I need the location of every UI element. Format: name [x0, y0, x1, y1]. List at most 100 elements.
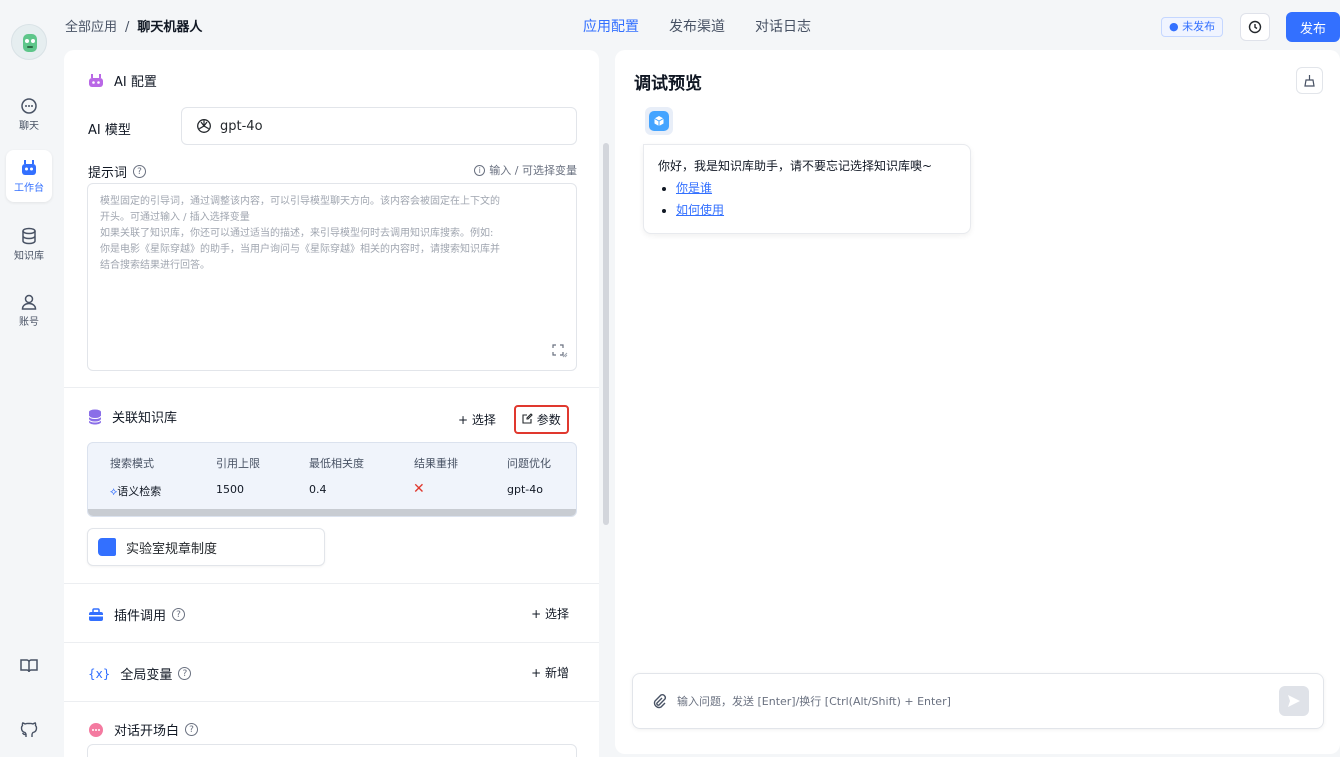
github-icon — [20, 722, 38, 737]
knowledge-header: 关联知识库 — [88, 407, 177, 426]
section-title: AI 配置 — [114, 75, 157, 90]
select-plugin-button[interactable]: + 选择 — [531, 605, 569, 622]
chat-bubble-icon — [89, 722, 103, 737]
chat-input[interactable]: 输入问题，发送 [Enter]/换行 [Ctrl(Alt/Shift) + En… — [632, 673, 1324, 729]
docs-link[interactable] — [6, 646, 52, 686]
opening-header: 对话开场白 ? — [88, 720, 199, 739]
model-label: AI 模型 — [88, 123, 131, 138]
variable-icon: {x} — [88, 666, 111, 681]
section-divider — [64, 642, 599, 643]
rerank-value: ✕ — [413, 481, 425, 497]
database-icon — [88, 409, 102, 424]
prompt-textarea[interactable]: 模型固定的引导词，通过调整该内容，可以引导模型聊天方向。该内容会被固定在上下文的… — [87, 183, 577, 371]
col-min-similarity: 最低相关度 — [309, 457, 364, 470]
sidebar-item-label: 工作台 — [14, 182, 44, 194]
variables-header: {x} 全局变量 ? — [88, 664, 192, 683]
greeting-text: 你好，我是知识库助手，请不要忘记选择知识库噢~ — [658, 159, 933, 173]
col-limit: 引用上限 — [216, 457, 260, 470]
tab-publish-channel[interactable]: 发布渠道 — [669, 16, 725, 36]
plugin-header: 插件调用 ? — [88, 605, 186, 624]
add-variable-button[interactable]: + 新增 — [531, 664, 569, 681]
opening-textarea[interactable] — [87, 744, 577, 757]
prompt-placeholder-line: 结合搜索结果进行回答。 — [100, 260, 210, 271]
query-opt-value: gpt-4o — [507, 483, 543, 496]
chat-icon — [21, 97, 37, 114]
sidebar-item-workbench[interactable]: 工作台 — [6, 150, 52, 202]
sidebar: 聊天 工作台 知识库 账号 — [0, 0, 60, 757]
limit-value: 1500 — [216, 483, 244, 496]
bot-avatar — [645, 107, 673, 135]
sidebar-item-account[interactable]: 账号 — [6, 284, 52, 336]
send-button[interactable] — [1279, 686, 1309, 716]
robot-icon — [22, 159, 36, 175]
section-title: 对话开场白 — [114, 724, 180, 739]
select-knowledge-button[interactable]: + 选择 — [458, 411, 496, 428]
prompt-placeholder-line: 如果关联了知识库，你还可以通过适当的描述，来引导模型何时去调用知识库搜索。例如: — [100, 228, 494, 239]
quick-question-link[interactable]: 如何使用 — [676, 203, 724, 217]
variable-hint[interactable]: i 输入 / 可选择变量 — [474, 162, 577, 178]
config-scrollbar[interactable] — [603, 143, 609, 525]
section-title: 插件调用 — [114, 609, 167, 624]
breadcrumb-root[interactable]: 全部应用 — [65, 20, 117, 35]
clear-chat-button[interactable] — [1296, 67, 1323, 94]
prompt-placeholder-line: 你是电影《星际穿越》的助手，当用户询问与《星际穿越》相关的内容时，请搜索知识库并 — [100, 244, 500, 255]
prompt-placeholder-line: 开头。可通过输入 / 插入选择变量 — [100, 212, 250, 223]
app-tabs: 应用配置 发布渠道 对话日志 — [583, 16, 811, 36]
variable-hint-text: 输入 / 可选择变量 — [489, 164, 577, 177]
sidebar-item-label: 知识库 — [14, 250, 44, 262]
clock-icon — [1248, 20, 1262, 34]
sidebar-item-chat[interactable]: 聊天 — [6, 88, 52, 140]
tab-app-config[interactable]: 应用配置 — [583, 16, 639, 36]
edit-icon — [522, 413, 533, 424]
dataset-icon — [98, 538, 116, 556]
ai-config-header: AI 配置 — [88, 71, 157, 90]
help-icon[interactable]: ? — [133, 165, 147, 178]
search-mode-value: ⟡语义检索 — [110, 485, 162, 498]
top-bar: 全部应用 / 聊天机器人 应用配置 发布渠道 对话日志 ● 未发布 发布 — [60, 0, 1340, 50]
app-logo[interactable] — [11, 24, 47, 60]
openai-icon — [197, 119, 211, 133]
table-scrollbar[interactable] — [88, 509, 576, 516]
preview-panel: 调试预览 你好，我是知识库助手，请不要忘记选择知识库噢~ 你是谁 如何使用 输入… — [615, 50, 1340, 754]
quick-question-link[interactable]: 你是谁 — [676, 181, 712, 195]
knowledge-actions: + 选择 参数 — [458, 405, 569, 434]
bot-message: 你好，我是知识库助手，请不要忘记选择知识库噢~ 你是谁 如何使用 — [643, 144, 971, 234]
publish-button[interactable]: 发布 — [1286, 12, 1340, 42]
params-button[interactable]: 参数 — [513, 405, 569, 434]
search-params-table: 搜索模式 引用上限 最低相关度 结果重排 问题优化 ⟡语义检索 1500 0.4… — [87, 442, 577, 517]
col-search-mode: 搜索模式 — [110, 457, 154, 470]
model-select[interactable]: gpt-4o — [181, 107, 577, 145]
help-icon[interactable]: ? — [172, 608, 186, 621]
section-divider — [64, 387, 599, 388]
github-link[interactable] — [6, 710, 52, 750]
sidebar-item-label: 账号 — [19, 316, 39, 328]
expand-icon[interactable] — [552, 344, 568, 364]
col-query-opt: 问题优化 — [507, 457, 551, 470]
cube-icon — [654, 116, 664, 126]
user-icon — [21, 294, 37, 310]
breadcrumb-current: 聊天机器人 — [137, 20, 203, 35]
history-button[interactable] — [1240, 13, 1270, 41]
tab-chat-logs[interactable]: 对话日志 — [755, 16, 811, 36]
config-panel: AI 配置 AI 模型 gpt-4o 提示词 ? i 输入 / 可选择变量 模型… — [64, 50, 599, 757]
col-rerank: 结果重排 — [414, 457, 458, 470]
prompt-placeholder-line: 模型固定的引导词，通过调整该内容，可以引导模型聊天方向。该内容会被固定在上下文的 — [100, 196, 500, 207]
dataset-card[interactable]: 实验室规章制度 — [87, 528, 325, 566]
model-value: gpt-4o — [220, 118, 263, 134]
book-icon — [20, 659, 38, 673]
section-divider — [64, 701, 599, 702]
section-divider — [64, 583, 599, 584]
broom-icon — [1304, 75, 1315, 87]
help-icon[interactable]: ? — [178, 667, 192, 680]
prompt-label: 提示词 ? — [88, 162, 147, 181]
breadcrumb-separator: / — [125, 20, 130, 35]
params-label: 参数 — [536, 413, 561, 427]
sidebar-item-knowledge[interactable]: 知识库 — [6, 218, 52, 270]
preview-title: 调试预览 — [634, 74, 702, 94]
dataset-name: 实验室规章制度 — [126, 541, 218, 557]
section-title: 全局变量 — [120, 668, 173, 683]
help-icon[interactable]: ? — [185, 723, 199, 736]
attachment-icon[interactable] — [651, 693, 667, 709]
status-badge: ● 未发布 — [1161, 17, 1224, 37]
section-title: 关联知识库 — [112, 411, 178, 426]
